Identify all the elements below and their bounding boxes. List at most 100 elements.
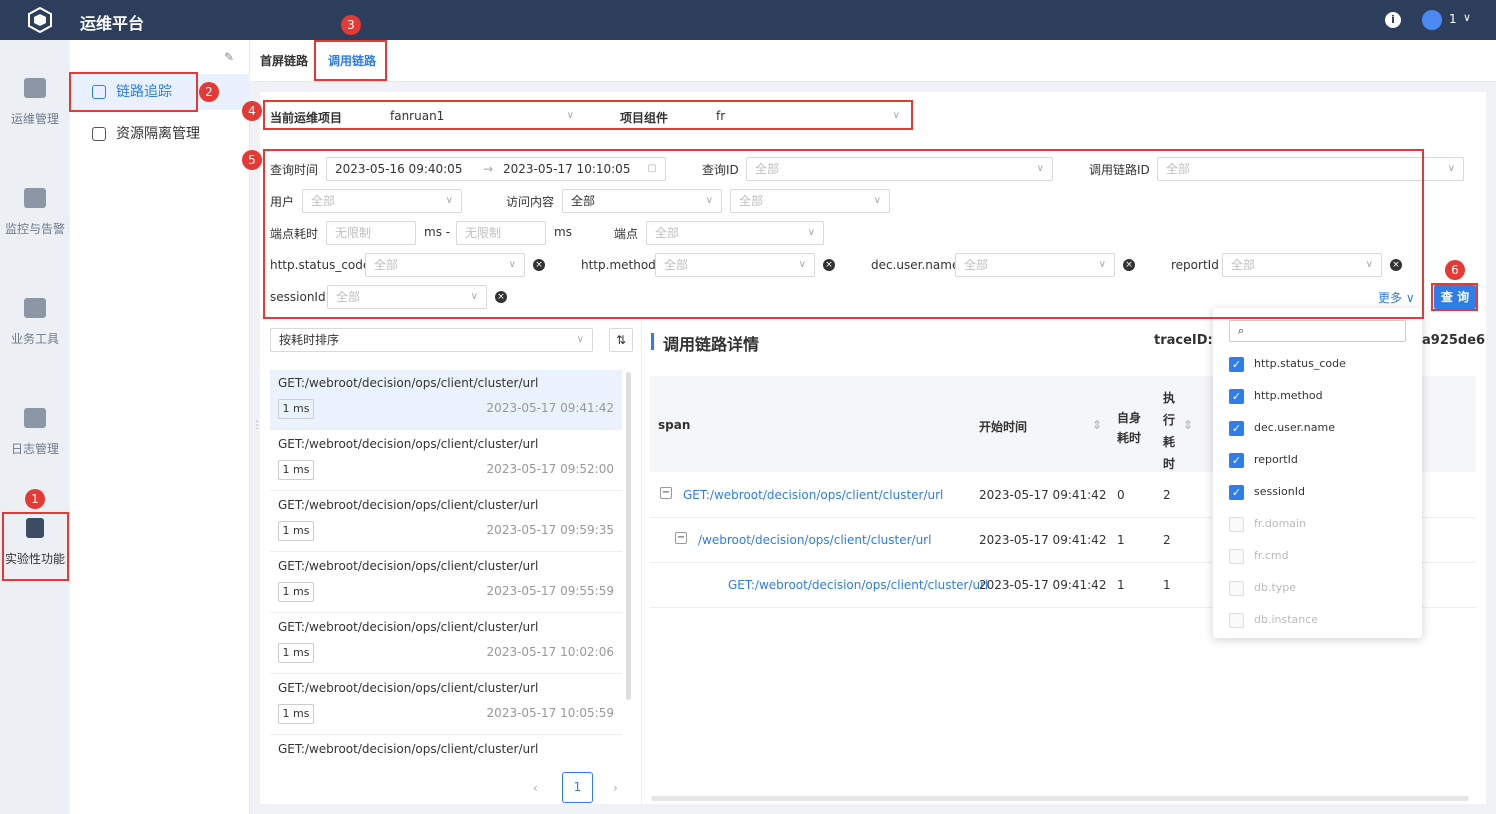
chevron-down-icon: ∨ bbox=[873, 195, 881, 206]
field-option[interactable]: ✓ sessionId bbox=[1229, 484, 1305, 502]
checkbox[interactable] bbox=[1229, 548, 1244, 564]
method-select[interactable]: 全部 ∨ bbox=[655, 253, 815, 277]
sort-order-icon[interactable]: ⇅ bbox=[609, 328, 633, 352]
span-self-time: 1 bbox=[1117, 533, 1125, 547]
checkbox[interactable] bbox=[1229, 516, 1244, 532]
sidebar-item-ops[interactable]: 运维管理 bbox=[0, 78, 70, 127]
checkbox[interactable]: ✓ bbox=[1229, 484, 1244, 500]
status-code-select[interactable]: 全部 ∨ bbox=[365, 253, 525, 277]
calendar-icon: ▢ bbox=[647, 163, 657, 174]
collapse-icon[interactable]: − bbox=[675, 532, 687, 544]
field-option[interactable]: fr.domain bbox=[1229, 516, 1306, 534]
step-badge: 6 bbox=[1445, 260, 1465, 280]
list-item-time: 2023-05-17 09:55:59 bbox=[486, 584, 614, 598]
remove-status-code-icon[interactable]: × bbox=[533, 259, 545, 271]
span-name-link[interactable]: GET:/webroot/decision/ops/client/cluster… bbox=[683, 488, 943, 502]
list-item[interactable]: GET:/webroot/decision/ops/client/cluster… bbox=[270, 553, 622, 613]
checkbox[interactable]: ✓ bbox=[1229, 388, 1244, 404]
checkbox[interactable] bbox=[1229, 580, 1244, 596]
sidebar-item-tools[interactable]: 业务工具 bbox=[0, 298, 70, 347]
visit-type-select[interactable]: 全部 ∨ bbox=[562, 189, 722, 213]
calendar-icon bbox=[24, 408, 46, 428]
sort-select[interactable]: 按耗时排序 ∨ bbox=[270, 328, 593, 352]
checkbox[interactable]: ✓ bbox=[1229, 356, 1244, 372]
sub-nav: 链路追踪 资源隔离管理 bbox=[70, 40, 250, 814]
pin-icon[interactable]: ✎ bbox=[224, 50, 234, 64]
remove-user-name-icon[interactable]: × bbox=[1123, 259, 1135, 271]
endpoint-min-input[interactable]: 无限制 bbox=[326, 221, 416, 245]
sidebar-item-experimental[interactable]: 实验性功能 bbox=[0, 518, 70, 567]
user-name-select[interactable]: 全部 ∨ bbox=[955, 253, 1115, 277]
title-accent bbox=[651, 333, 654, 350]
sort-icon[interactable]: ⇕ bbox=[1183, 418, 1193, 432]
time-range-picker[interactable]: 2023-05-16 09:40:05 → 2023-05-17 10:10:0… bbox=[326, 157, 666, 181]
report-id-select[interactable]: 全部 ∨ bbox=[1222, 253, 1382, 277]
prev-page-icon[interactable]: ‹ bbox=[533, 781, 538, 795]
info-icon[interactable]: i bbox=[1385, 12, 1401, 28]
list-item[interactable]: GET:/webroot/decision/ops/client/cluster… bbox=[270, 614, 622, 674]
list-item[interactable]: GET:/webroot/decision/ops/client/cluster… bbox=[270, 675, 622, 735]
page-1[interactable]: 1 bbox=[562, 772, 593, 803]
drag-handle-icon[interactable]: ⋮ bbox=[252, 420, 262, 431]
field-option[interactable]: ✓ dec.user.name bbox=[1229, 420, 1335, 438]
sidebar-item-monitor[interactable]: 监控与告警 bbox=[0, 188, 70, 237]
list-item-time: 2023-05-17 09:41:42 bbox=[486, 401, 614, 415]
project-select[interactable]: fanruan1 ∨ bbox=[382, 105, 582, 129]
field-option[interactable]: fr.cmd bbox=[1229, 548, 1289, 566]
list-item[interactable]: GET:/webroot/decision/ops/client/cluster… bbox=[270, 492, 622, 552]
trace-id-select[interactable]: 全部 ∨ bbox=[1157, 157, 1464, 181]
sidebar: 运维管理 监控与告警 业务工具 日志管理 实验性功能 bbox=[0, 40, 70, 814]
tab-call-chain[interactable]: 调用链路 bbox=[328, 52, 376, 69]
field-option[interactable]: ✓ http.status_code bbox=[1229, 356, 1346, 374]
field-option[interactable]: ✓ reportId bbox=[1229, 452, 1298, 470]
endpoint-select[interactable]: 全部 ∨ bbox=[646, 221, 824, 245]
chevron-down-icon[interactable]: ∨ bbox=[1463, 11, 1471, 24]
list-item[interactable]: GET:/webroot/decision/ops/client/cluster… bbox=[270, 370, 622, 430]
field-option[interactable]: db.instance bbox=[1229, 612, 1318, 630]
span-name-link[interactable]: /webroot/decision/ops/client/cluster/url bbox=[698, 533, 931, 547]
collapse-icon[interactable]: − bbox=[660, 487, 672, 499]
endpoint-max-input[interactable]: 无限制 bbox=[456, 221, 546, 245]
user-name[interactable]: 1 bbox=[1449, 12, 1457, 26]
more-fields-toggle[interactable]: 更多 ∨ bbox=[1378, 289, 1415, 306]
list-item[interactable]: GET:/webroot/decision/ops/client/cluster… bbox=[270, 736, 622, 768]
method-label: http.method bbox=[581, 258, 656, 272]
checkbox[interactable] bbox=[1229, 612, 1244, 628]
span-name-link[interactable]: GET:/webroot/decision/ops/client/cluster… bbox=[728, 578, 988, 592]
user-avatar-icon[interactable] bbox=[1422, 10, 1442, 30]
component-select[interactable]: fr ∨ bbox=[708, 105, 908, 129]
endpoint-label: 端点 bbox=[614, 227, 639, 241]
trace-id-suffix: a925de6 bbox=[1422, 333, 1486, 348]
list-item-time: 2023-05-17 09:59:35 bbox=[486, 523, 614, 537]
table-scrollbar[interactable] bbox=[651, 796, 1469, 801]
next-page-icon[interactable]: › bbox=[613, 781, 618, 795]
field-option[interactable]: db.type bbox=[1229, 580, 1296, 598]
col-span: span bbox=[658, 418, 691, 432]
dropdown-search-input[interactable]: ⌕ bbox=[1229, 320, 1406, 342]
query-id-label: 查询ID bbox=[702, 163, 739, 177]
subnav-item-isolation[interactable]: 资源隔离管理 bbox=[70, 116, 250, 152]
duration-tag: 1 ms bbox=[278, 704, 314, 724]
tab-first-screen[interactable]: 首屏链路 bbox=[260, 52, 308, 69]
session-id-select[interactable]: 全部 ∨ bbox=[327, 285, 487, 309]
user-select[interactable]: 全部 ∨ bbox=[302, 189, 462, 213]
field-option[interactable]: ✓ http.method bbox=[1229, 388, 1323, 406]
duration-tag: 1 ms bbox=[278, 582, 314, 602]
col-self: 自身 耗时 bbox=[1117, 411, 1142, 445]
list-item[interactable]: GET:/webroot/decision/ops/client/cluster… bbox=[270, 431, 622, 491]
list-item-time: 2023-05-17 10:05:59 bbox=[486, 706, 614, 720]
grid-icon bbox=[24, 78, 46, 98]
query-button[interactable]: 查 询 bbox=[1434, 285, 1476, 309]
checkbox[interactable]: ✓ bbox=[1229, 452, 1244, 468]
checkbox[interactable]: ✓ bbox=[1229, 420, 1244, 436]
col-start[interactable]: 开始时间 bbox=[979, 418, 1027, 435]
visit-content-select[interactable]: 全部 ∨ bbox=[730, 189, 890, 213]
list-scrollbar[interactable] bbox=[626, 372, 631, 700]
remove-report-id-icon[interactable]: × bbox=[1390, 259, 1402, 271]
sort-icon[interactable]: ⇕ bbox=[1092, 418, 1102, 432]
sidebar-item-logs[interactable]: 日志管理 bbox=[0, 408, 70, 457]
remove-method-icon[interactable]: × bbox=[823, 259, 835, 271]
remove-session-id-icon[interactable]: × bbox=[495, 291, 507, 303]
query-id-select[interactable]: 全部 ∨ bbox=[746, 157, 1053, 181]
subnav-item-trace[interactable]: 链路追踪 bbox=[70, 74, 250, 110]
